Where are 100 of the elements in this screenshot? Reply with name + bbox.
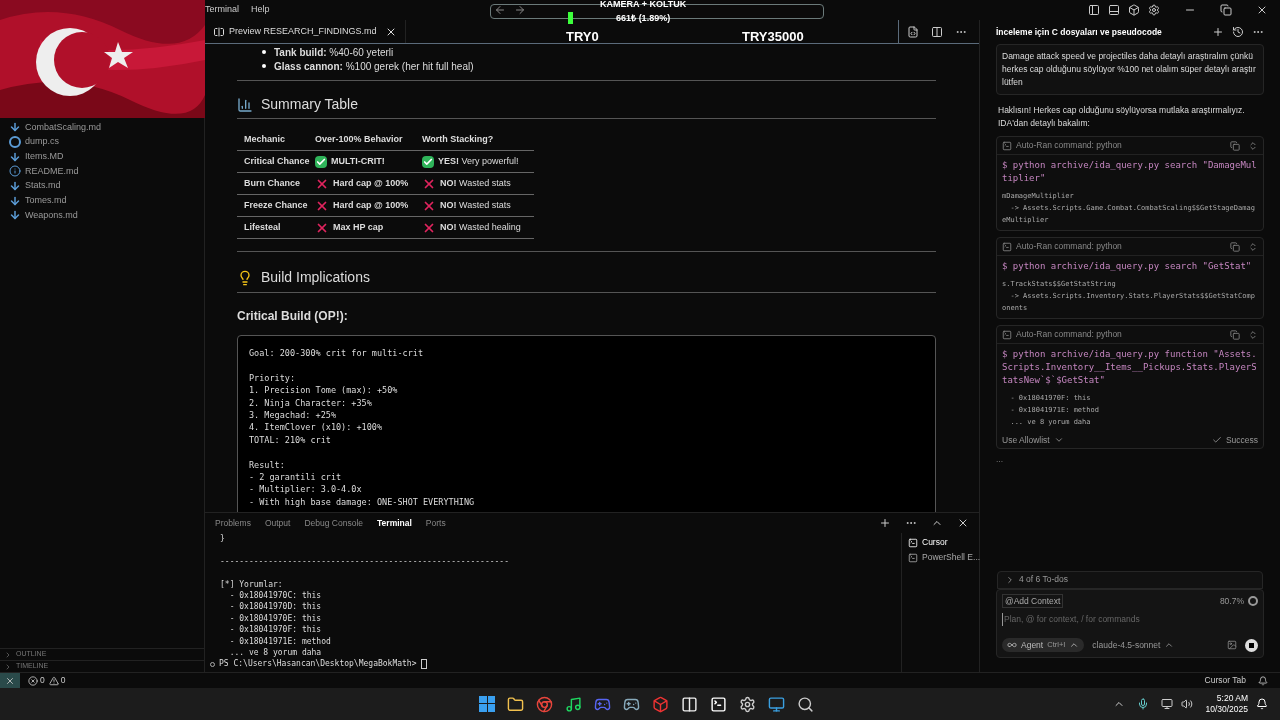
chat-title: İnceleme için C dosyaları ve pseudocode bbox=[996, 25, 1163, 39]
restore-icon[interactable] bbox=[1220, 4, 1232, 16]
stop-button[interactable] bbox=[1245, 638, 1258, 652]
status-text: Success bbox=[1225, 433, 1258, 447]
image-icon[interactable] bbox=[1227, 640, 1237, 650]
sidebar-toggle-icon[interactable] bbox=[1088, 4, 1100, 16]
expand-icon[interactable] bbox=[1248, 241, 1258, 252]
column-header: Over-100% Behavior bbox=[315, 132, 404, 146]
file-item[interactable]: dump.cs bbox=[0, 134, 204, 150]
table-cell-text: NO! Wasted stats bbox=[440, 198, 511, 212]
cube-icon[interactable] bbox=[1128, 4, 1140, 16]
clock-date[interactable]: 10/30/2025 bbox=[1205, 704, 1248, 715]
file-item[interactable]: Stats.md bbox=[0, 178, 204, 194]
error-count: 0 bbox=[40, 674, 45, 687]
volume-icon[interactable] bbox=[1181, 698, 1194, 710]
terminal-icon bbox=[1002, 329, 1012, 340]
chevron-up-icon bbox=[1069, 640, 1080, 650]
model-selector[interactable]: claude-4.5-sonnet bbox=[1092, 638, 1175, 652]
panel-tab[interactable]: Problems bbox=[215, 516, 251, 530]
command-text: $ python archive/ida_query.py search "GetStat" bbox=[1002, 260, 1253, 273]
table-cell-text: NO! Wasted stats bbox=[440, 176, 511, 190]
table-cell-text: NO! Wasted healing bbox=[440, 220, 521, 234]
check-mark-icon bbox=[315, 155, 327, 168]
file-item[interactable]: Tomes.md bbox=[0, 193, 204, 209]
panel-tab[interactable]: Terminal bbox=[377, 516, 412, 530]
new-chat-icon[interactable] bbox=[1212, 26, 1224, 38]
close-icon[interactable] bbox=[1256, 4, 1268, 16]
markdown-icon bbox=[9, 209, 21, 222]
table-cell-text: Hard cap @ 100% bbox=[333, 198, 409, 212]
overlay-amount: 661₺ (1.89%) bbox=[616, 14, 671, 23]
status-item[interactable]: Cursor Tab bbox=[1204, 674, 1246, 687]
expand-icon[interactable] bbox=[1248, 329, 1258, 340]
table-cell-text: Freeze Chance bbox=[243, 198, 309, 212]
app-icon[interactable] bbox=[681, 695, 699, 713]
goal-start-label: TRY0 bbox=[566, 28, 599, 46]
history-icon[interactable] bbox=[1232, 26, 1244, 38]
panel-tab[interactable]: Debug Console bbox=[304, 516, 364, 530]
menu-item[interactable]: Help bbox=[251, 3, 270, 17]
bullet-icon bbox=[262, 50, 266, 54]
file-item[interactable]: README.md bbox=[0, 164, 204, 179]
panel-tab[interactable]: Output bbox=[264, 516, 291, 530]
open-icon[interactable] bbox=[1230, 241, 1240, 252]
editor-tab[interactable]: Preview RESEARCH_FINDINGS.md bbox=[205, 20, 406, 43]
clock-time[interactable]: 5:20 AM bbox=[1216, 693, 1248, 704]
menu-item[interactable]: Terminal bbox=[205, 3, 239, 17]
expand-icon[interactable] bbox=[1248, 140, 1258, 151]
start-icon[interactable] bbox=[479, 695, 496, 712]
command-label: Auto-Ran command: python bbox=[1016, 139, 1123, 152]
check-mark-icon bbox=[422, 155, 434, 168]
microphone-icon[interactable] bbox=[1137, 698, 1150, 710]
editor-app-icon[interactable] bbox=[710, 695, 728, 713]
terminal-icon bbox=[908, 552, 918, 563]
command-text: $ python archive/ida_query.py search "DamageMultiplier" bbox=[1002, 159, 1258, 185]
user-message: Damage attack speed ve projectiles daha detaylı araştıralım çünkü herkes cap olduğunu söylüyor %100 net olalım süper detaylı araştır lütfen bbox=[996, 44, 1264, 95]
error-icon bbox=[28, 675, 38, 686]
table-cell-text: MULTI-CRIT! bbox=[331, 154, 385, 168]
chevron-down-icon bbox=[1053, 435, 1064, 445]
terminal-prompt: PS C:\Users\Hasancan\Desktop\MegaBokMath> bbox=[219, 658, 418, 671]
settings-icon[interactable] bbox=[1148, 4, 1160, 16]
table-cell-text: Lifesteal bbox=[243, 220, 282, 234]
chat-input-field[interactable]: Plan, @ for context, / for commands bbox=[1002, 613, 1258, 626]
panel-toggle-icon[interactable] bbox=[1108, 4, 1120, 16]
remote-icon[interactable] bbox=[0, 673, 20, 688]
assistant-reply: Haklısın! Herkes cap olduğunu söylüyorsa mutlaka araştırmalıyız. IDA'dan detaylı bakalım: bbox=[997, 104, 1246, 130]
terminal-list-item[interactable]: Cursor bbox=[908, 535, 979, 550]
subsection-heading: Critical Build (OP!): bbox=[237, 308, 349, 325]
open-source-icon[interactable] bbox=[907, 25, 919, 38]
chevron-up-icon bbox=[1164, 640, 1175, 650]
network-icon[interactable] bbox=[1161, 698, 1174, 710]
browser-icon[interactable] bbox=[536, 695, 554, 713]
music-icon[interactable] bbox=[565, 695, 583, 713]
file-item[interactable]: Items.MD bbox=[0, 149, 204, 165]
search-icon[interactable] bbox=[797, 695, 815, 713]
todos-bar[interactable]: 4 of 6 To-dos bbox=[997, 570, 1263, 589]
app-icon[interactable] bbox=[768, 695, 786, 713]
command-text: $ python archive/ida_query.py function "Assets.Scripts.Inventory__Items__Pickups.Stats.PlayerStatsNew`$`$GetStat" bbox=[1002, 348, 1258, 387]
notification-icon[interactable] bbox=[1258, 675, 1268, 686]
close-panel-icon[interactable] bbox=[957, 517, 969, 529]
add-context-button[interactable]: @Add Context bbox=[1002, 593, 1064, 609]
file-item[interactable]: CombatScaling.md bbox=[0, 120, 204, 135]
command-label: Auto-Ran command: python bbox=[1016, 240, 1123, 253]
chart-icon bbox=[237, 96, 253, 113]
table-cell-text: YES! Very powerful! bbox=[438, 154, 519, 168]
table-cell-text: Burn Chance bbox=[243, 176, 301, 190]
forward-icon[interactable] bbox=[513, 4, 526, 16]
allowlist-button[interactable]: Use Allowlist bbox=[1002, 433, 1212, 447]
success-icon bbox=[1211, 435, 1222, 445]
terminal-list-item[interactable]: PowerShell E... bbox=[908, 550, 979, 565]
new-terminal-icon[interactable] bbox=[879, 517, 891, 529]
notification-icon[interactable] bbox=[1256, 698, 1268, 710]
open-icon[interactable] bbox=[1230, 140, 1240, 151]
section-heading: Summary Table bbox=[261, 95, 358, 114]
back-icon[interactable] bbox=[493, 4, 506, 16]
markdown-icon bbox=[9, 121, 21, 134]
open-icon[interactable] bbox=[1230, 329, 1240, 340]
file-item[interactable]: Weapons.md bbox=[0, 208, 204, 223]
split-editor-icon[interactable] bbox=[931, 25, 943, 38]
panel-tab[interactable]: Ports bbox=[425, 516, 446, 530]
app-icon[interactable] bbox=[739, 695, 757, 713]
folder-icon[interactable] bbox=[507, 695, 525, 713]
